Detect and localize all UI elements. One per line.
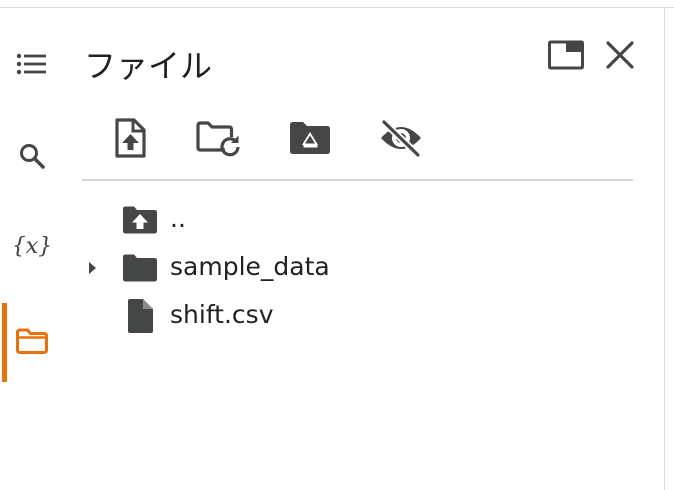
variables-icon: {x}	[11, 233, 53, 259]
toolbar-divider	[82, 179, 633, 181]
hide-files-button[interactable]	[376, 116, 426, 164]
file-browser-panel: {x} ファイル .. sample_data shift.csv	[0, 0, 674, 490]
close-button[interactable]	[600, 37, 640, 77]
expand-arrow-icon[interactable]	[84, 258, 100, 278]
panel-right-border	[664, 7, 665, 490]
refresh-folder-icon	[195, 117, 241, 163]
upload-button[interactable]	[105, 116, 155, 164]
refresh-button[interactable]	[193, 116, 243, 164]
search-icon	[18, 142, 46, 174]
files-button[interactable]	[10, 321, 54, 365]
open-in-tab-button[interactable]	[546, 37, 586, 77]
active-indicator	[2, 303, 7, 382]
close-icon	[604, 39, 636, 75]
tree-item-parent[interactable]: ..	[82, 198, 633, 242]
tree-item-label: shift.csv	[170, 300, 274, 329]
tree-item-label: sample_data	[170, 252, 330, 281]
folder-icon	[15, 327, 49, 359]
tree-item-shift-csv[interactable]: shift.csv	[82, 294, 633, 338]
folder-icon	[118, 250, 162, 286]
hide-files-icon	[378, 118, 424, 161]
folder-up-icon	[118, 202, 162, 238]
file-icon	[118, 298, 162, 334]
open-in-tab-icon	[547, 39, 585, 75]
table-of-contents-button[interactable]	[10, 45, 54, 89]
top-border	[0, 7, 674, 8]
upload-file-icon	[112, 117, 148, 163]
tree-item-sample-data[interactable]: sample_data	[82, 246, 633, 290]
tree-item-label: ..	[170, 204, 186, 233]
variables-button[interactable]: {x}	[10, 224, 54, 268]
mount-drive-button[interactable]	[285, 116, 335, 164]
panel-title: ファイル	[84, 47, 213, 85]
mount-drive-icon	[289, 120, 331, 160]
table-of-contents-icon	[16, 52, 48, 82]
search-button[interactable]	[10, 136, 54, 180]
